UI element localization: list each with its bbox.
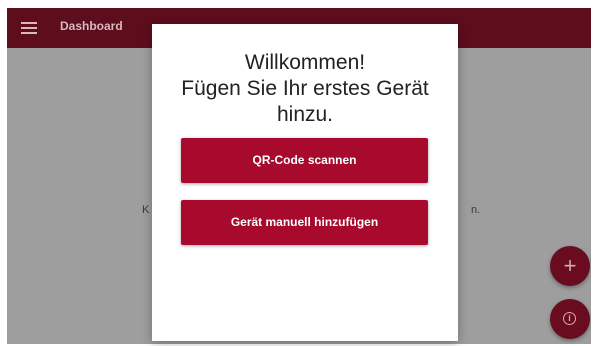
app-title: Dashboard <box>60 19 123 33</box>
welcome-dialog: Willkommen! Fügen Sie Ihr erstes Gerät h… <box>152 24 458 341</box>
dialog-title-line-3: hinzu. <box>276 103 334 126</box>
background-text-left: K <box>142 204 150 216</box>
plus-icon: + <box>563 253 577 278</box>
add-device-fab[interactable]: + <box>550 246 590 286</box>
info-fab[interactable]: i <box>550 299 590 339</box>
info-icon: i <box>563 312 576 325</box>
dialog-title-line-2: Fügen Sie Ihr erstes Gerät <box>181 77 429 100</box>
add-device-manually-button[interactable]: Gerät manuell hinzufügen <box>181 200 428 245</box>
background-text-right: n. <box>471 204 481 216</box>
dialog-title: Willkommen! Fügen Sie Ihr erstes Gerät h… <box>152 50 458 128</box>
menu-icon[interactable] <box>21 21 37 35</box>
dialog-title-line-1: Willkommen! <box>244 51 366 74</box>
scan-qr-code-button[interactable]: QR-Code scannen <box>181 138 428 183</box>
